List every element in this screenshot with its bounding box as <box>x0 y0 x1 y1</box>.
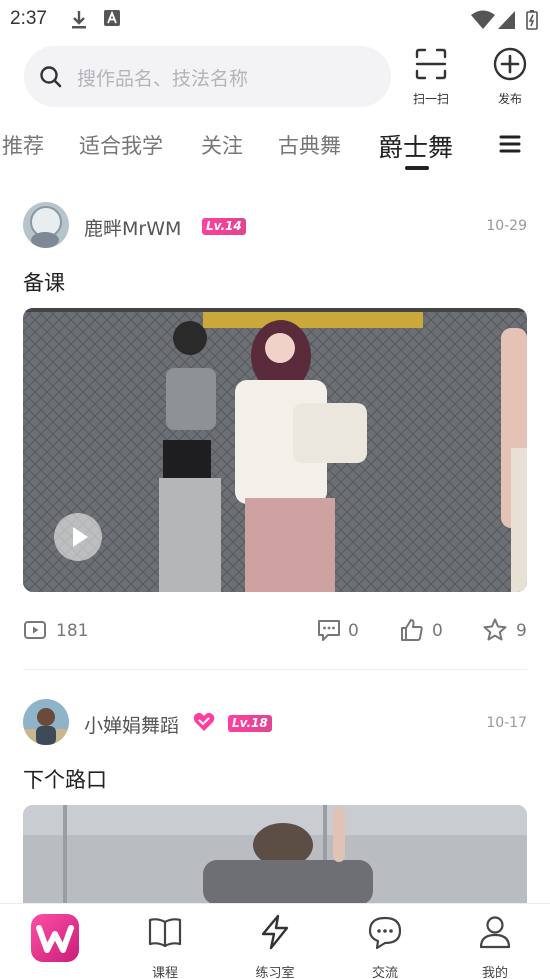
download-icon <box>72 11 86 29</box>
nav-practice-label: 练习室 <box>255 966 295 979</box>
view-count: 181 <box>56 621 89 641</box>
verified-heart-icon <box>193 712 215 731</box>
status-time: 2:37 <box>10 8 47 29</box>
scan-label: 扫一扫 <box>412 92 449 106</box>
nav-community[interactable]: 交流 <box>345 912 425 979</box>
video-thumbnail[interactable] <box>23 805 527 905</box>
tab-recommend[interactable]: 推荐 <box>2 130 44 160</box>
nav-courses[interactable]: 课程 <box>125 912 205 979</box>
comment-icon[interactable] <box>316 617 342 643</box>
level-badge: Lv.18 <box>228 715 272 732</box>
divider <box>23 669 527 670</box>
post-date: 10-29 <box>486 218 527 234</box>
bottom-nav: 课程 练习室 交流 我的 <box>0 903 550 979</box>
play-count-icon <box>24 621 46 639</box>
add-circle-icon <box>493 47 527 81</box>
wifi-icon <box>471 10 495 29</box>
post-title: 备课 <box>23 271 65 295</box>
app-logo-icon <box>36 925 74 953</box>
scan-button[interactable]: 扫一扫 <box>403 46 459 108</box>
tab-jazz[interactable]: 爵士舞 <box>378 128 453 164</box>
favorite-count: 9 <box>516 621 527 641</box>
tab-classical[interactable]: 古典舞 <box>278 130 341 160</box>
star-icon[interactable] <box>482 617 508 643</box>
book-icon <box>148 918 182 948</box>
search-input[interactable]: 搜作品名、技法名称 <box>24 46 391 107</box>
signal-icon <box>498 11 515 29</box>
nav-profile-label: 我的 <box>481 966 508 979</box>
menu-icon[interactable] <box>498 132 522 156</box>
search-placeholder: 搜作品名、技法名称 <box>77 68 249 90</box>
home-logo-button[interactable] <box>31 914 79 962</box>
lightning-icon <box>261 914 289 950</box>
like-count: 0 <box>432 621 443 641</box>
post-title: 下个路口 <box>23 768 107 792</box>
avatar[interactable] <box>23 202 69 248</box>
tab-following[interactable]: 关注 <box>201 130 243 160</box>
category-tabs: 推荐 适合我学 关注 古典舞 爵士舞 <box>0 122 550 172</box>
video-thumbnail[interactable] <box>23 308 527 592</box>
nav-courses-label: 课程 <box>151 966 178 979</box>
publish-label: 发布 <box>497 92 522 106</box>
tab-suitable[interactable]: 适合我学 <box>79 130 163 160</box>
author-name[interactable]: 小婵娟舞蹈 <box>84 711 179 738</box>
level-badge: Lv.14 <box>202 218 246 235</box>
chat-bubble-icon <box>368 916 402 950</box>
avatar[interactable] <box>23 699 69 745</box>
scan-icon <box>415 48 447 80</box>
nav-profile[interactable]: 我的 <box>455 912 535 979</box>
author-name[interactable]: 鹿畔MrWM <box>84 214 181 241</box>
play-button[interactable] <box>54 513 102 561</box>
app-notification-icon <box>104 10 120 26</box>
publish-button[interactable]: 发布 <box>482 46 538 108</box>
battery-icon <box>526 10 538 30</box>
nav-community-label: 交流 <box>371 966 398 979</box>
nav-practice-room[interactable]: 练习室 <box>235 912 315 979</box>
search-icon <box>40 66 62 88</box>
post-date: 10-17 <box>486 715 527 731</box>
status-bar: 2:37 <box>0 0 550 38</box>
comment-count: 0 <box>348 621 359 641</box>
like-icon[interactable] <box>399 617 425 643</box>
user-icon <box>479 916 511 949</box>
active-tab-indicator <box>405 166 429 170</box>
